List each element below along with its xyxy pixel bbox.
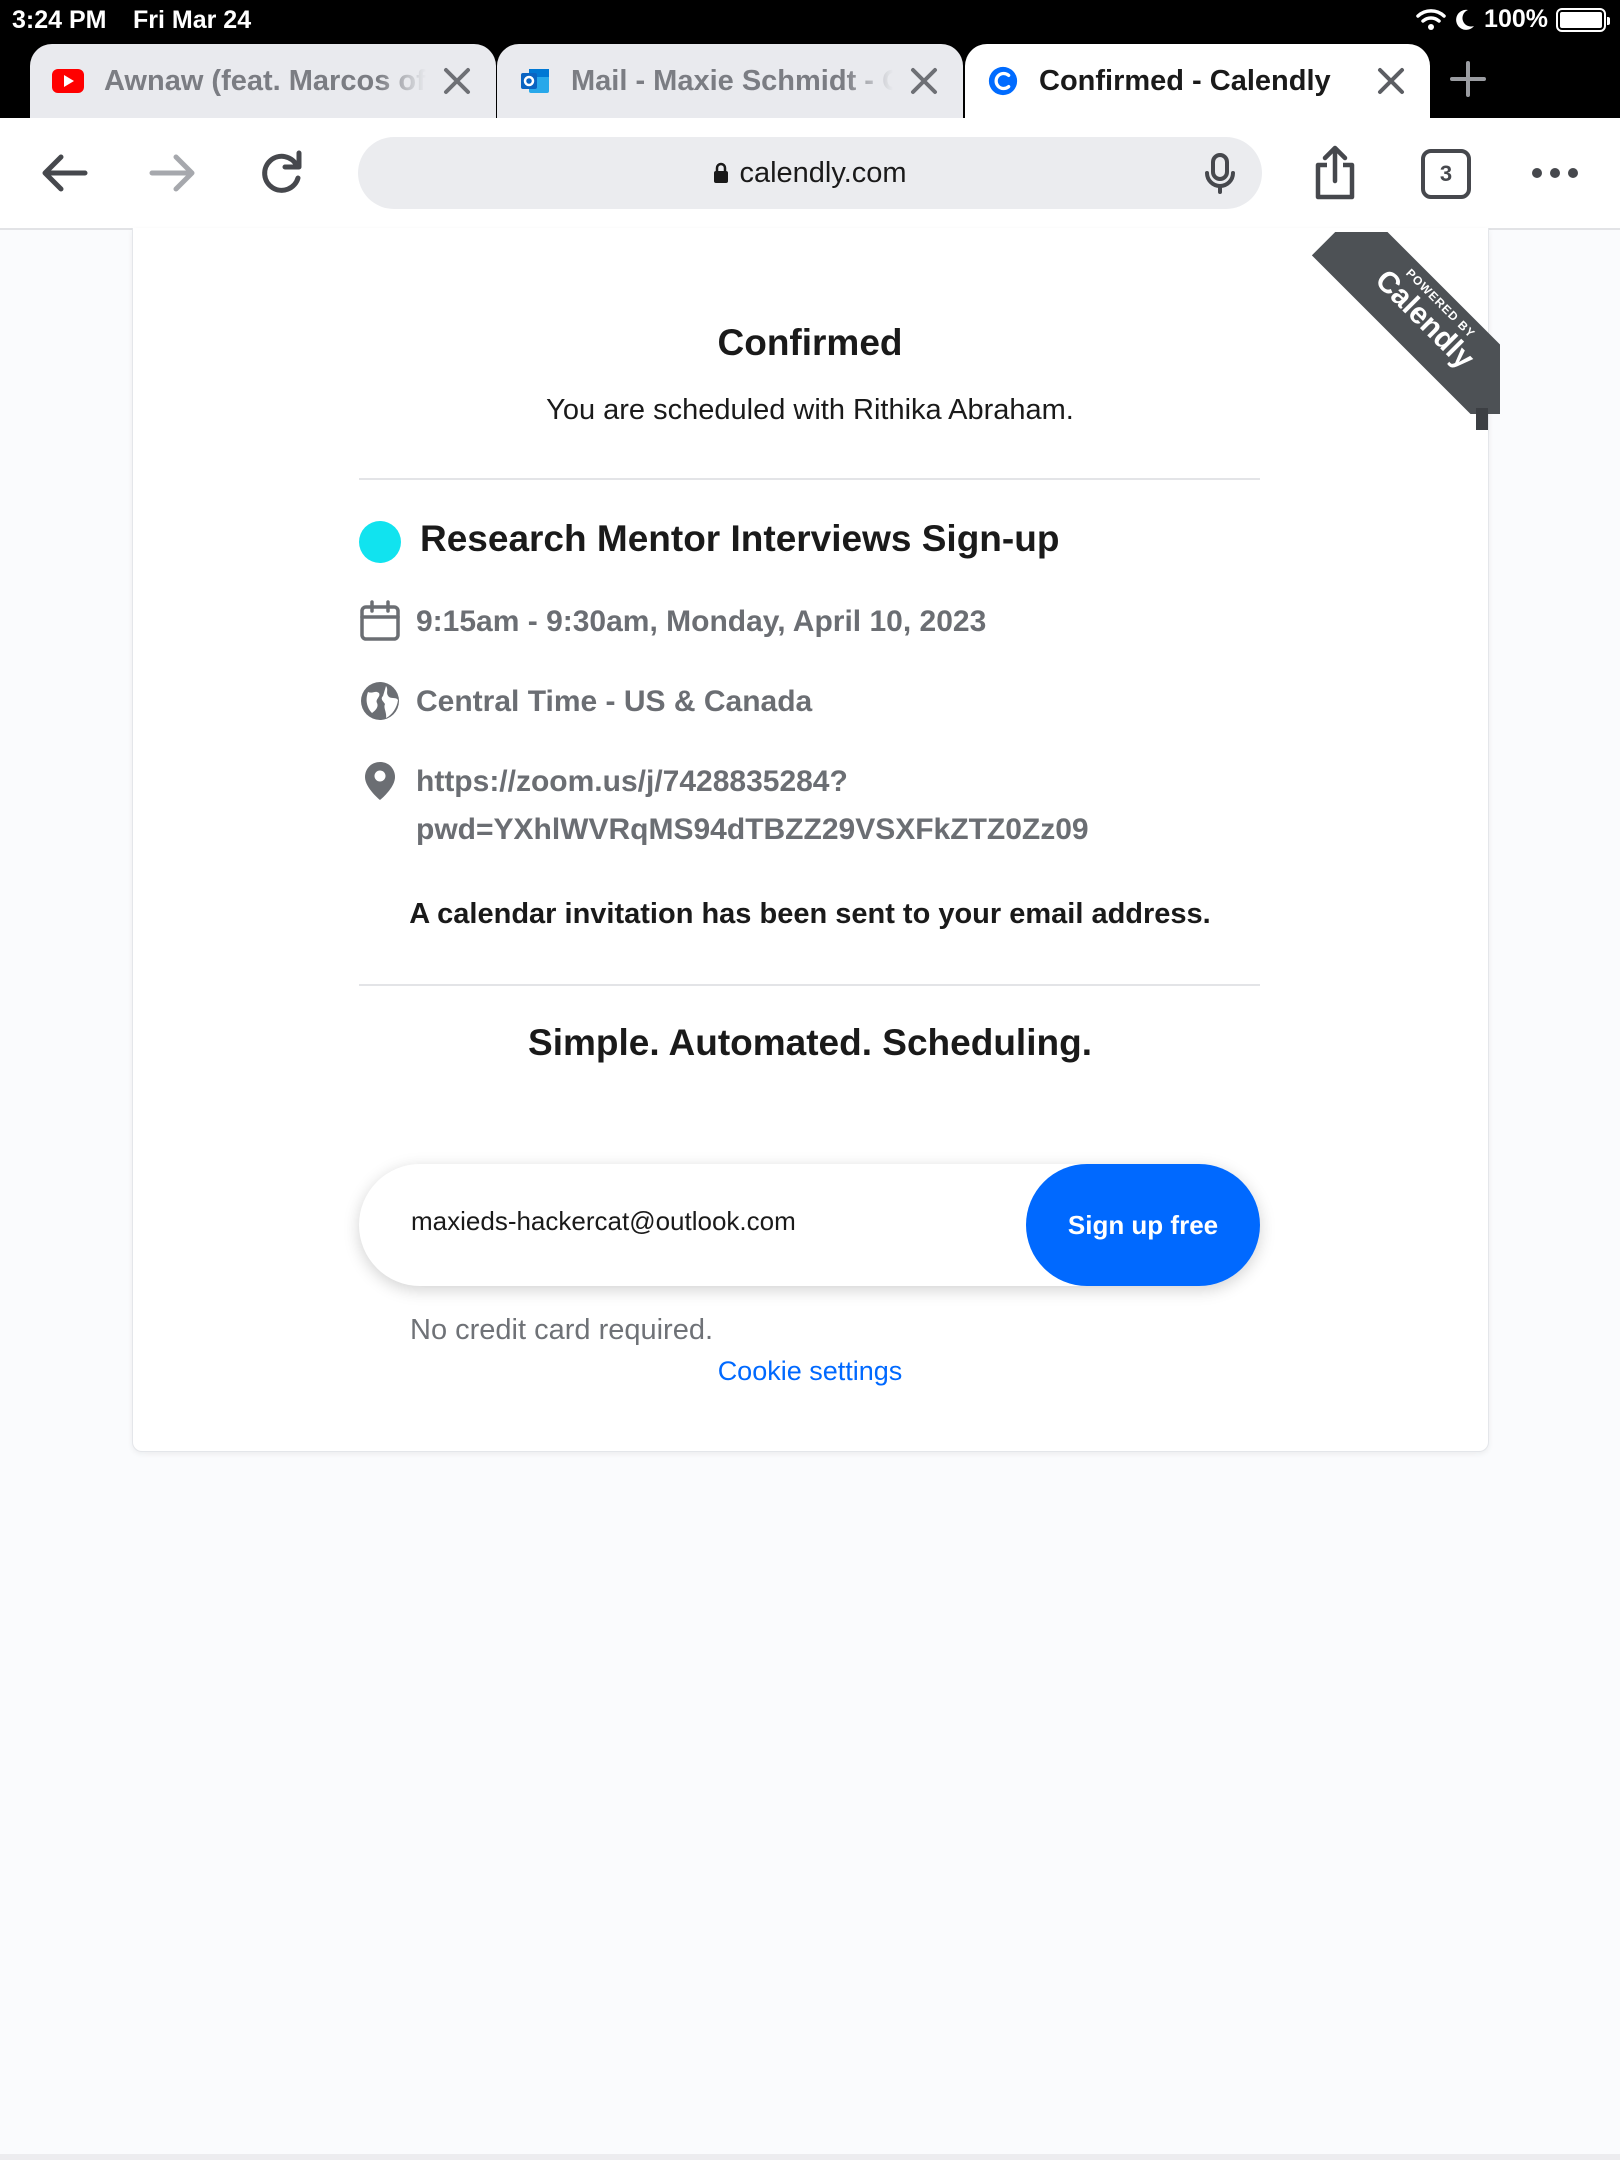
- status-bar: 3:24 PM Fri Mar 24 100%: [0, 0, 1620, 40]
- divider: [359, 478, 1260, 480]
- reload-button[interactable]: [251, 142, 313, 204]
- share-button[interactable]: [1304, 142, 1366, 204]
- battery-icon: [1556, 7, 1610, 32]
- event-timezone: Central Time - US & Canada: [416, 685, 813, 718]
- location-url-line2: pwd=YXhlWVRqMS94dTBZZ29VSXFkZTZ0Zz09: [416, 813, 1089, 846]
- forward-button[interactable]: [142, 142, 204, 204]
- sign-up-free-button[interactable]: Sign up free: [1026, 1164, 1260, 1286]
- tab-mail[interactable]: Mail - Maxie Schmidt - O: [497, 44, 963, 118]
- calendly-icon: [987, 65, 1019, 97]
- close-tab-icon[interactable]: [440, 64, 474, 98]
- new-tab-icon[interactable]: [1447, 58, 1489, 100]
- outlook-icon: [519, 65, 551, 97]
- page-content: POWERED BY Calendly Confirmed You are sc…: [0, 228, 1620, 2160]
- wifi-icon: [1416, 8, 1446, 30]
- tab-strip: Awnaw (feat. Marcos of Mail - Maxie Schm…: [0, 40, 1620, 118]
- event-color-dot: [359, 521, 401, 563]
- back-button[interactable]: [33, 142, 95, 204]
- marketing-tagline: Simple. Automated. Scheduling.: [528, 1022, 1092, 1063]
- no-credit-card-note: No credit card required.: [410, 1314, 714, 1346]
- event-time: 9:15am - 9:30am, Monday, April 10, 2023: [416, 605, 987, 638]
- invitation-notice: A calendar invitation has been sent to y…: [409, 898, 1211, 930]
- cookie-settings-link[interactable]: Cookie settings: [0, 1356, 1620, 1387]
- bottom-edge: [0, 2154, 1620, 2160]
- tab-youtube[interactable]: Awnaw (feat. Marcos of: [30, 44, 496, 118]
- forward-arrow-icon: [149, 154, 195, 192]
- page-title: Confirmed: [717, 322, 903, 363]
- status-right: 100%: [1416, 5, 1610, 34]
- calendar-icon: [360, 600, 400, 641]
- tab-title: Mail - Maxie Schmidt - O: [571, 64, 893, 97]
- tab-title: Confirmed - Calendly: [1039, 64, 1331, 97]
- more-dots-icon: [1532, 168, 1578, 178]
- globe-icon: [361, 682, 399, 720]
- scheduled-with-text: You are scheduled with Rithika Abraham.: [546, 394, 1074, 426]
- tab-title: Awnaw (feat. Marcos of: [104, 64, 426, 97]
- email-input[interactable]: maxieds-hackercat@outlook.com: [411, 1206, 796, 1237]
- location-url-line1: https://zoom.us/j/7428835284?: [416, 765, 848, 798]
- tab-calendly[interactable]: Confirmed - Calendly: [965, 44, 1430, 118]
- more-button[interactable]: [1524, 142, 1586, 204]
- close-tab-icon[interactable]: [1374, 64, 1408, 98]
- close-tab-icon[interactable]: [907, 64, 941, 98]
- reload-icon: [262, 150, 302, 193]
- signup-form: maxieds-hackercat@outlook.com Sign up fr…: [359, 1164, 1260, 1286]
- youtube-icon: [52, 65, 84, 97]
- event-name: Research Mentor Interviews Sign-up: [420, 518, 1060, 559]
- status-date: Fri Mar 24: [133, 6, 252, 34]
- browser-toolbar: calendly.com 3: [0, 118, 1620, 230]
- event-location-link[interactable]: https://zoom.us/j/7428835284? pwd=YXhlWV…: [416, 758, 1089, 854]
- url-text: calendly.com: [739, 156, 907, 189]
- location-pin-icon: [365, 762, 395, 800]
- lock-icon: [714, 162, 729, 183]
- divider: [359, 984, 1260, 986]
- status-time: 3:24 PM: [12, 6, 107, 34]
- battery-percent: 100%: [1484, 5, 1548, 33]
- moon-icon: [1456, 9, 1475, 30]
- share-icon: [1315, 145, 1355, 200]
- address-bar[interactable]: calendly.com: [358, 137, 1262, 209]
- back-arrow-icon: [42, 154, 88, 192]
- tab-switcher-button[interactable]: 3: [1421, 149, 1471, 199]
- microphone-icon[interactable]: [1198, 151, 1242, 195]
